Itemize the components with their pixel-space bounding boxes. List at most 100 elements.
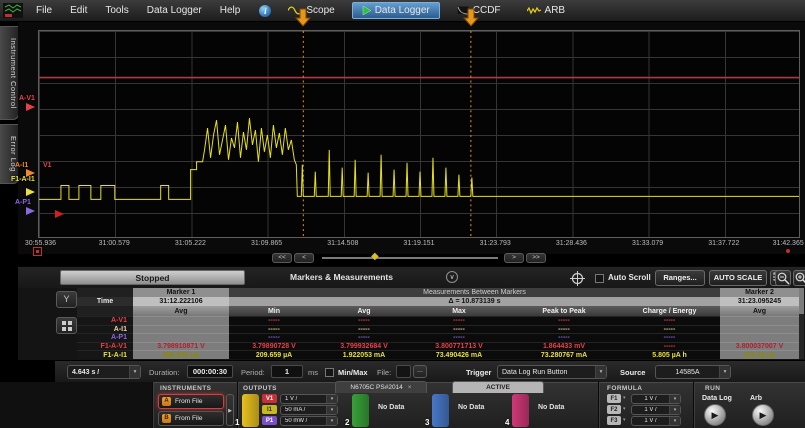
table-cell: -----: [619, 333, 720, 342]
col-header-ptp: Peak to Peak: [509, 306, 619, 316]
instrument-b-button[interactable]: B From File: [158, 411, 224, 426]
col-header-m2-avg: Avg: [720, 306, 799, 316]
x-tick: 31:28.436: [556, 240, 587, 247]
table-cell: 219.42 µA: [720, 350, 799, 359]
output-scale-select-i1[interactable]: 50 mA /▾: [280, 405, 338, 415]
table-cell: [720, 316, 799, 325]
output-3-no-data: No Data: [458, 404, 484, 411]
table-cell: 3.79890728 V: [229, 342, 319, 351]
table-cell: -----: [619, 342, 720, 351]
play-icon: ▶: [760, 410, 767, 421]
run-button-arb[interactable]: ▶: [752, 404, 774, 426]
log-start-icon: [33, 247, 42, 256]
marker-tool-icon[interactable]: Y: [56, 291, 77, 308]
table-cell: [720, 333, 799, 342]
output-3-number: 3: [425, 418, 429, 427]
instrument-tab[interactable]: N6705C PS#2014 ×: [335, 381, 427, 393]
minmax-checkbox[interactable]: [325, 368, 334, 377]
crosshair-icon[interactable]: [570, 271, 585, 286]
formula-chip-f1[interactable]: F1: [607, 394, 621, 403]
zoom-out-button[interactable]: [775, 270, 791, 286]
chevron-down-icon: ▾: [129, 366, 140, 378]
collapse-icon[interactable]: ∨: [446, 271, 458, 283]
table-scrollbar[interactable]: [799, 288, 804, 359]
run-button-data-log[interactable]: ▶: [704, 404, 726, 426]
output-2-no-data: No Data: [378, 404, 404, 411]
instrument-a-icon: A: [162, 397, 171, 406]
bottom-dock: N6705C PS#2014 × ACTIVE INSTRUMENTS OUTP…: [0, 382, 805, 428]
zoom-in-icon: [795, 272, 805, 285]
active-tab[interactable]: ACTIVE: [452, 381, 544, 393]
output-scale-select-p1[interactable]: 50 mW /▾: [280, 416, 338, 426]
table-row-f1-a-v1[interactable]: F1-A-V13.798910871 V3.79890728 V3.799932…: [77, 342, 799, 351]
output-scale-select-v1[interactable]: 1 V /▾: [280, 394, 338, 404]
scroll-fast-back-button[interactable]: <<: [272, 253, 292, 263]
table-cell: -----: [319, 316, 409, 325]
auto-scroll-checkbox[interactable]: [595, 274, 604, 283]
formula-chip-f3[interactable]: F3: [607, 416, 621, 425]
scroll-track[interactable]: [322, 257, 498, 259]
ranges-button[interactable]: Ranges...: [655, 270, 705, 286]
output-1-bar[interactable]: [242, 394, 259, 427]
formula-scale-select-f3[interactable]: 1 V /▾: [631, 416, 681, 426]
marker-flag-icon-1[interactable]: [295, 8, 311, 28]
output-2-bar[interactable]: [352, 394, 369, 427]
table-cell: -----: [319, 325, 409, 334]
chevron-down-icon[interactable]: ▾: [623, 395, 626, 401]
sidebar-tab-error-log[interactable]: Error Log: [0, 124, 19, 184]
scroll-fast-fwd-button[interactable]: >>: [526, 253, 546, 263]
formula-scale-select-f1[interactable]: 1 V /▾: [631, 394, 681, 404]
marker1-title: Marker 1: [133, 288, 229, 297]
marker2-time: 31:23.095245: [720, 297, 799, 306]
chevron-down-icon: ▾: [719, 366, 730, 378]
zoom-out-icon: [777, 272, 790, 285]
table-row-f1-a-i1[interactable]: F1-A-I1896.253 µA209.659 µA1.922053 mA73…: [77, 350, 799, 359]
marker-flag-icon-2[interactable]: [463, 8, 479, 28]
trigger-select[interactable]: Data Log Run Button ▾: [497, 365, 607, 379]
output-3-bar[interactable]: [432, 394, 449, 427]
scroll-fwd-button[interactable]: >: [504, 253, 524, 263]
x-tick: 30:55.936: [25, 240, 56, 247]
table-cell: F1-A-I1: [77, 350, 133, 359]
file-label: File:: [377, 368, 391, 377]
log-end-icon: [786, 249, 790, 253]
time-per-div-select[interactable]: 4.643 s / ▾: [67, 365, 141, 379]
measurements-table: Marker 1 Measurements Between Markers Ma…: [77, 288, 799, 359]
formula-scale-select-f2[interactable]: 1 V /▾: [631, 405, 681, 415]
file-field[interactable]: [396, 365, 411, 378]
table-row-a-i1[interactable]: A-I1-------------------------: [77, 325, 799, 334]
instrument-a-button[interactable]: A From File: [158, 394, 224, 409]
measurements-grid-icon[interactable]: [56, 317, 77, 334]
auto-scale-button[interactable]: AUTO SCALE: [709, 270, 767, 286]
close-icon[interactable]: ×: [408, 384, 412, 391]
mbm-title: Measurements Between Markers: [229, 288, 720, 297]
output-scale-value: 50 mA /: [281, 407, 326, 413]
sidebar-tab-instrument-control[interactable]: Instrument Control: [0, 26, 19, 120]
table-row-a-v1[interactable]: A-V1-------------------------: [77, 316, 799, 325]
scroll-back-button[interactable]: <: [294, 253, 314, 263]
table-row-a-p1[interactable]: A-P1-------------------------: [77, 333, 799, 342]
x-tick: 31:33.079: [632, 240, 663, 247]
browse-button[interactable]: ...: [413, 365, 427, 378]
chevron-down-icon[interactable]: ▾: [623, 417, 626, 423]
duration-field[interactable]: 000:00:30: [187, 365, 233, 378]
chevron-down-icon[interactable]: ▾: [623, 406, 626, 412]
formula-chip-f2[interactable]: F2: [607, 405, 621, 414]
output-4-bar[interactable]: [512, 394, 529, 427]
instrument-a-label: From File: [175, 398, 202, 405]
chevron-down-icon: ▾: [326, 406, 337, 414]
status-badge[interactable]: Stopped: [60, 270, 245, 285]
waveform-plot[interactable]: [38, 30, 800, 238]
period-field[interactable]: 1: [271, 365, 303, 378]
instrument-b-icon: B: [162, 414, 171, 423]
source-select[interactable]: 14585A ▾: [655, 365, 731, 379]
zoom-in-button[interactable]: [793, 270, 805, 286]
panel-title: Markers & Measurements: [290, 272, 393, 282]
table-cell: -----: [319, 333, 409, 342]
trigger-label: Trigger: [466, 368, 491, 377]
table-cell: -----: [229, 316, 319, 325]
scroll-thumb[interactable]: ◆: [371, 251, 379, 263]
instruments-expander[interactable]: ▶: [226, 394, 234, 426]
table-cell: [133, 333, 229, 342]
x-tick: 31:09.865: [251, 240, 282, 247]
